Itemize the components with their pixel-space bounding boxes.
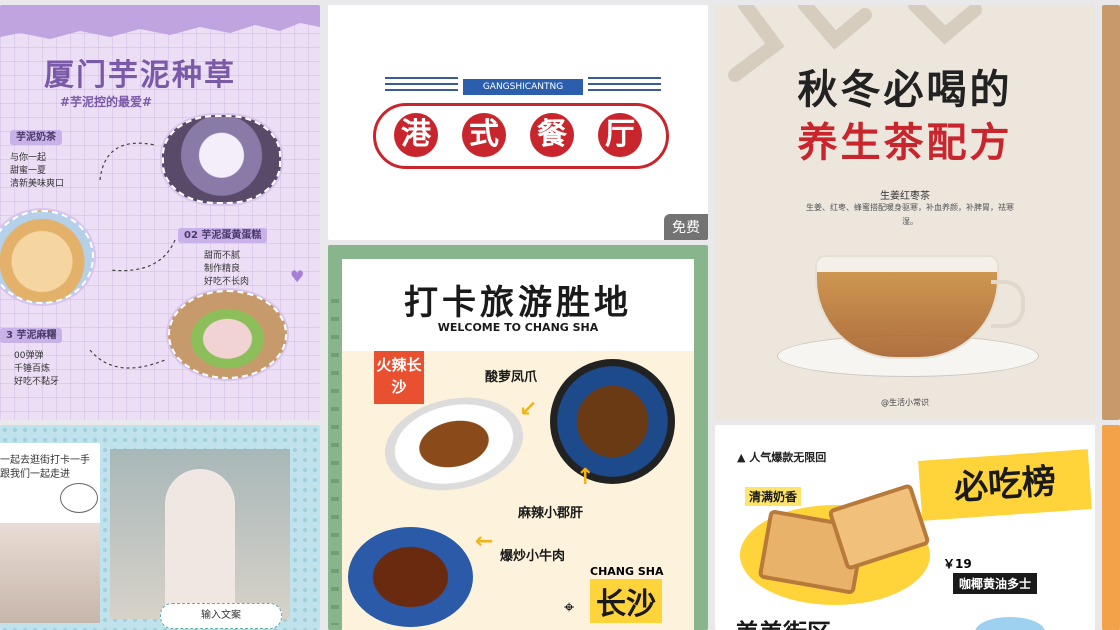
- torn-paper-header: [0, 5, 320, 39]
- city-chinese: 长沙: [590, 579, 662, 623]
- dish-label-3: 爆炒小牛肉: [500, 549, 566, 564]
- taro-item-2-desc3: 好吃不长肉: [204, 277, 250, 287]
- tea-credit: @生活小常识: [881, 398, 929, 407]
- changsha-inner: 打卡旅游胜地 WELCOME TO CHANG SHA 火辣长沙 酸萝凤爪 麻辣…: [342, 259, 694, 630]
- line-right-2: [588, 83, 661, 85]
- hk-char-4: 厅: [598, 113, 642, 157]
- changsha-subtitle: WELCOME TO CHANG SHA: [437, 321, 599, 334]
- person-figure: [165, 469, 235, 619]
- sticker-label: 输入文案: [160, 603, 282, 629]
- dish-label-2: 麻辣小郡肝: [518, 506, 584, 521]
- free-badge: 免费: [664, 214, 708, 240]
- bottom-title: 美美街区: [735, 613, 831, 630]
- dish-name-label: 咖椰黄油多士: [953, 573, 1038, 594]
- selfie-poster-card[interactable]: 一起去逛街打卡一手 跟我们一起走进 输入文案: [0, 425, 320, 630]
- caption-1: 一起去逛街打卡一手: [0, 455, 90, 466]
- taro-item-2-desc1: 甜而不腻: [204, 251, 241, 261]
- location-pin-icon: ⌖: [564, 597, 575, 618]
- heart-icon: ♥: [290, 267, 305, 286]
- selfie-frame-1: 一起去逛街打卡一手 跟我们一起走进: [0, 443, 100, 623]
- taro-subtitle: #芋泥控的最爱#: [60, 95, 153, 109]
- must-title: 必吃榜: [918, 449, 1092, 521]
- pinyin-label: GANGSHICANTNG: [463, 79, 583, 95]
- dish-label-1: 酸萝凤爪: [485, 370, 538, 385]
- hk-char-1: 港: [394, 113, 438, 157]
- hk-char-2: 式: [462, 113, 506, 157]
- milk-label: 清满奶香: [745, 487, 802, 506]
- tea-recipe-card[interactable]: 秋冬必喝的 养生茶配方 生姜红枣茶 生姜、红枣、蜂蜜搭配暖身驱寒，补血养颜，补脾…: [715, 5, 1095, 420]
- must-tag: ▲ 人气爆款无限回: [737, 451, 827, 464]
- partial-card-right-top[interactable]: [1102, 5, 1120, 420]
- price-label: ￥19: [943, 557, 972, 571]
- hk-logo: 港 式 餐 厅: [373, 103, 669, 169]
- taro-item-3-desc1: 00弹弹: [14, 351, 44, 361]
- partial-card-right-bottom[interactable]: [1102, 425, 1120, 630]
- taro-item-2-desc2: 制作精良: [204, 264, 241, 274]
- pickled-dish-plate: [550, 359, 675, 484]
- arrow-icon-3: ←: [475, 529, 494, 554]
- selfie-photo-1: [0, 523, 100, 623]
- taro-item-2-tag: 02 芋泥蛋黄蛋糕: [178, 228, 268, 243]
- dashed-arrow-2: [109, 239, 176, 272]
- line-right-1: [588, 77, 661, 79]
- hk-restaurant-card[interactable]: GANGSHICANTNG 港 式 餐 厅 免费: [328, 5, 708, 240]
- must-eat-card[interactable]: ▲ 人气爆款无限回 必吃榜 清满奶香 ￥19 咖椰黄油多士 美美街区: [715, 425, 1095, 630]
- milk-tea-photo: [162, 115, 281, 204]
- arrow-icon-2: ↑: [576, 465, 595, 490]
- spicy-changsha-badge: 火辣长沙: [374, 351, 424, 404]
- taro-item-3-tag: 3 芋泥麻糬: [0, 328, 63, 343]
- line-left-3: [385, 89, 458, 91]
- taro-item-1: 芋泥奶茶 与你一起 甜蜜一夏 清新美味爽口: [10, 125, 64, 191]
- selfie-photo-2: [110, 449, 290, 619]
- changsha-poster-card[interactable]: 打卡旅游胜地 WELCOME TO CHANG SHA 火辣长沙 酸萝凤爪 麻辣…: [328, 245, 708, 630]
- caption-2: 跟我们一起走进: [0, 469, 70, 480]
- cup-handle: [991, 280, 1025, 328]
- blue-blob: [975, 617, 1045, 630]
- taro-item-3-desc3: 好吃不黏牙: [14, 377, 60, 387]
- changsha-title: 打卡旅游胜地: [404, 283, 632, 323]
- taro-item-1-desc3: 清新美味爽口: [10, 179, 65, 189]
- taro-item-1-tag: 芋泥奶茶: [10, 130, 62, 145]
- taro-title: 厦门芋泥种草: [44, 58, 236, 93]
- taro-poster-card[interactable]: 厦门芋泥种草 #芋泥控的最爱# 芋泥奶茶 与你一起 甜蜜一夏 清新美味爽口 02…: [0, 5, 320, 420]
- cake-photo: [0, 210, 94, 304]
- hk-char-3: 餐: [530, 113, 574, 157]
- dotted-left-edge: [331, 285, 339, 625]
- dashed-arrow-1: [99, 142, 156, 181]
- city-english: CHANG SHA: [590, 565, 664, 578]
- taro-item-3-desc2: 千锤百炼: [14, 364, 51, 374]
- beef-dish-plate: [348, 527, 473, 627]
- tea-title-line1: 秋冬必喝的: [797, 67, 1013, 113]
- arrow-icon-1: ↙: [519, 397, 538, 422]
- dashed-arrow-3: [89, 349, 166, 369]
- taro-item-1-desc1: 与你一起: [10, 153, 47, 163]
- line-left-2: [385, 83, 458, 85]
- line-right-3: [588, 89, 661, 91]
- mochi-photo: [168, 290, 287, 379]
- tea-recipe-desc: 生姜、红枣、蜂蜜搭配暖身驱寒，补血养颜，补脾胃，祛寒湿。: [806, 203, 1014, 226]
- taro-item-1-desc2: 甜蜜一夏: [10, 166, 47, 176]
- tea-recipe-heading: 生姜红枣茶: [880, 191, 930, 202]
- cat-sticker-icon: [60, 483, 98, 513]
- tea-title-line2: 养生茶配方: [797, 120, 1013, 166]
- taro-item-3: 3 芋泥麻糬 00弹弹 千锤百炼 好吃不黏牙: [0, 323, 63, 389]
- taro-item-2: 02 芋泥蛋黄蛋糕 甜而不腻 制作精良 好吃不长肉: [178, 223, 268, 289]
- line-left-1: [385, 77, 458, 79]
